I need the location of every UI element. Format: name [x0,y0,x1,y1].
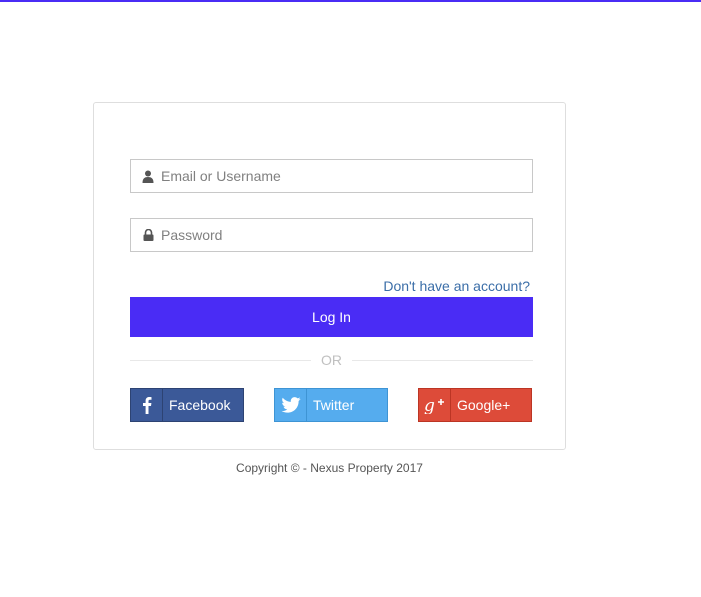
user-icon [141,169,155,183]
password-input[interactable] [161,227,521,243]
svg-text:g: g [424,396,435,414]
google-label: Google+ [457,397,511,413]
signup-link[interactable]: Don't have an account? [383,278,530,294]
google-login-button[interactable]: g Google+ [418,388,532,422]
username-field[interactable] [130,159,533,193]
login-button[interactable]: Log In [130,297,533,337]
password-field[interactable] [130,218,533,252]
top-accent-bar [0,0,701,2]
username-input[interactable] [161,168,521,184]
facebook-login-button[interactable]: Facebook [130,388,244,422]
facebook-icon [131,389,163,421]
divider-line-right [352,359,533,361]
google-plus-icon: g [419,389,451,421]
lock-icon [141,228,155,242]
twitter-icon [275,389,307,421]
twitter-login-button[interactable]: Twitter [274,388,388,422]
login-card: Don't have an account? Log In OR Faceboo… [93,102,566,450]
or-divider: OR [130,352,533,368]
copyright-text: Copyright © - Nexus Property 2017 [236,461,423,475]
divider-line-left [130,359,311,361]
twitter-label: Twitter [313,397,355,413]
facebook-label: Facebook [169,397,231,413]
or-text: OR [321,352,342,368]
